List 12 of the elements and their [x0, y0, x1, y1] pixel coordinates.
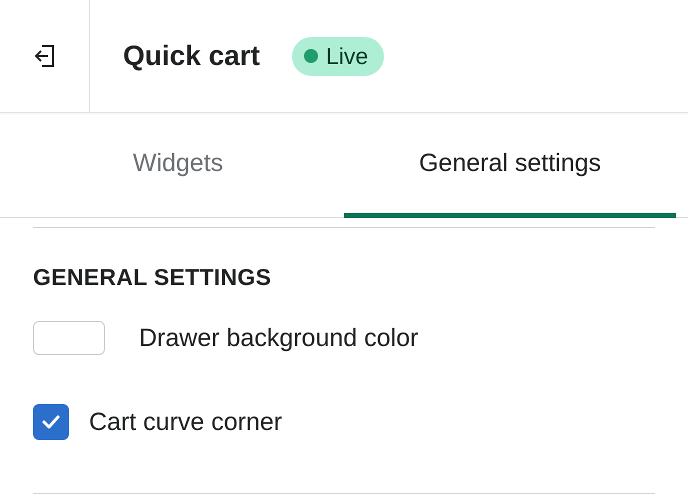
exit-icon — [32, 43, 56, 69]
checkbox[interactable] — [33, 404, 69, 440]
status-badge: Live — [292, 36, 384, 76]
color-swatch[interactable] — [33, 321, 105, 355]
tab[interactable]: Widgets — [12, 113, 344, 218]
setting-label: Cart curve corner — [89, 408, 282, 436]
section-heading: GENERAL SETTINGS — [33, 264, 272, 291]
page-title: Quick cart — [123, 40, 260, 72]
tab[interactable]: General settings — [344, 113, 676, 218]
exit-button[interactable] — [32, 43, 56, 69]
check-icon — [41, 414, 61, 430]
setting-label: Drawer background color — [139, 324, 418, 352]
